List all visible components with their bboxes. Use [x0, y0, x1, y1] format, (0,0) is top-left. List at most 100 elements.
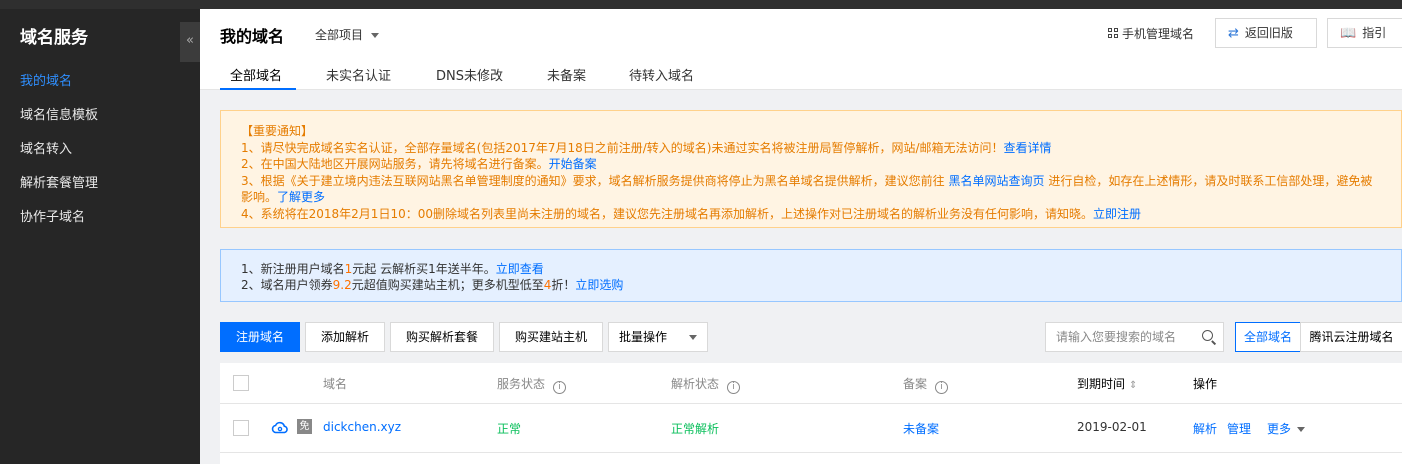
info-icon[interactable]: i: [553, 381, 567, 394]
col-resolve-status-label: 解析状态: [671, 377, 720, 391]
tab-all-domains[interactable]: 全部域名: [220, 65, 296, 90]
add-resolve-button[interactable]: 添加解析: [305, 322, 385, 352]
sidebar-item-package-manage[interactable]: 解析套餐管理: [20, 172, 98, 191]
free-badge: 免: [297, 419, 312, 434]
col-domain: 域名: [323, 377, 348, 391]
notice-blacklist-link[interactable]: 黑名单网站查询页: [948, 174, 1044, 188]
notice-heading: 【重要通知】: [241, 124, 314, 138]
table-header: 域名 服务状态 i 解析状态 i 备案 i 到期时间 ⇕ 操作: [220, 363, 1402, 404]
tab-pending-transfer[interactable]: 待转入域名: [629, 65, 694, 90]
book-icon: 📖: [1340, 26, 1357, 41]
notice-line-1-text: 1、请尽快完成域名实名认证，全部存量域名(包括2017年7月18日之前注册/转入…: [241, 140, 1004, 155]
col-expire-label: 到期时间: [1077, 377, 1126, 391]
qrcode-icon: [1108, 28, 1119, 39]
info-icon[interactable]: i: [727, 381, 741, 394]
back-old-version-label: 返回旧版: [1244, 26, 1293, 40]
notice-line-4-text: 4、系统将在2018年2月1日10：00删除域名列表里尚未注册的域名，建议您先注…: [241, 206, 1093, 221]
promo-line-2-text-c: 折！: [551, 278, 576, 292]
notice-line-3-text-c: 影响。: [241, 190, 278, 204]
service-status: 正常: [497, 422, 522, 436]
batch-ops-select[interactable]: 批量操作: [608, 322, 708, 352]
op-resolve-link[interactable]: 解析: [1193, 420, 1217, 437]
col-service-status-label: 服务状态: [497, 377, 546, 391]
back-old-version-button[interactable]: ⇄ 返回旧版: [1215, 18, 1317, 48]
promo-line-1: 1、新注册用户域名1元起 云解析买1年送半年。立即查看: [241, 261, 1401, 277]
resolve-status: 正常解析: [671, 422, 720, 436]
cloud-icon: [271, 421, 288, 434]
promo-price-2: 9.2: [332, 278, 352, 292]
chevron-down-icon: [1297, 427, 1306, 432]
sidebar-item-collab-subdomain[interactable]: 协作子域名: [20, 206, 85, 225]
top-bar: [0, 0, 1402, 9]
swap-icon: ⇄: [1228, 26, 1239, 41]
notice-line-3-text-a: 3、根据《关于建立境内违法互联网站黑名单管理制度的通知》要求，域名解析服务提供商…: [241, 173, 945, 188]
page-title: 我的域名: [220, 27, 285, 46]
promo-line-1-text-b: 元起 云解析买1年送半年。: [352, 262, 496, 276]
sidebar-item-domain-transfer[interactable]: 域名转入: [20, 138, 72, 157]
notice-line-2-text: 2、在中国大陆地区开展网站服务，请先将域名进行备案。: [241, 157, 549, 171]
sidebar-item-domain-templates[interactable]: 域名信息模板: [20, 104, 98, 123]
promo-line-1-text-a: 1、新注册用户域名: [241, 262, 345, 276]
notice-line-3-text-b: 进行自检，如存在上述情形，请及时联系工信部处理，避免被: [1048, 173, 1373, 188]
op-more-label: 更多: [1267, 422, 1292, 436]
sidebar: 域名服务 我的域名 域名信息模板 域名转入 解析套餐管理 协作子域名 «: [0, 9, 200, 464]
row-checkbox[interactable]: [233, 420, 249, 436]
domain-search: [1045, 322, 1224, 352]
sidebar-item-my-domains[interactable]: 我的域名: [20, 70, 72, 89]
guide-label: 指引: [1362, 26, 1387, 40]
icp-status-link[interactable]: 未备案: [903, 420, 939, 437]
mobile-manage-link[interactable]: 手机管理域名: [1108, 25, 1194, 42]
col-resolve-status: 解析状态 i: [671, 375, 741, 394]
promo-line-2-text-a: 2、域名用户领券: [241, 278, 333, 292]
promo-line-2-text-b: 元超值购买建站主机；更多机型低至: [351, 278, 544, 292]
promo-buy-link[interactable]: 立即选购: [575, 278, 623, 292]
project-select-label: 全部项目: [315, 28, 364, 42]
search-input[interactable]: [1046, 323, 1196, 351]
notice-line-4: 4、系统将在2018年2月1日10：00删除域名列表里尚未注册的域名，建议您先注…: [241, 206, 1401, 223]
promo-view-link[interactable]: 立即查看: [496, 262, 544, 276]
promo-line-2: 2、域名用户领券9.2元超值购买建站主机；更多机型低至4折！立即选购: [241, 277, 1401, 293]
col-expire[interactable]: 到期时间 ⇕: [1077, 375, 1137, 392]
sidebar-title: 域名服务: [20, 28, 88, 48]
notice-start-icp-link[interactable]: 开始备案: [549, 157, 597, 171]
table-row: 免 dickchen.xyz 正常 正常解析 未备案 2019-02-01 解析…: [220, 405, 1402, 453]
notice-detail-link[interactable]: 查看详情: [1004, 141, 1052, 155]
mobile-manage-label: 手机管理域名: [1122, 27, 1195, 41]
op-manage-link[interactable]: 管理: [1227, 420, 1251, 437]
important-notice: 【重要通知】 1、请尽快完成域名实名认证，全部存量域名(包括2017年7月18日…: [220, 110, 1402, 228]
col-service-status: 服务状态 i: [497, 375, 567, 394]
op-more-menu[interactable]: 更多: [1267, 420, 1306, 437]
notice-line-3-cont: 影响。了解更多: [241, 189, 1401, 206]
info-icon[interactable]: i: [935, 381, 949, 394]
filter-all-domains[interactable]: 全部域名: [1235, 322, 1301, 352]
promo-banner: 1、新注册用户域名1元起 云解析买1年送半年。立即查看 2、域名用户领券9.2元…: [220, 249, 1402, 302]
domain-name-link[interactable]: dickchen.xyz: [323, 420, 401, 434]
batch-ops-label: 批量操作: [619, 330, 668, 344]
expire-date: 2019-02-01: [1077, 420, 1147, 434]
tab-no-icp[interactable]: 未备案: [547, 65, 586, 90]
search-icon[interactable]: [1202, 330, 1213, 341]
buy-host-button[interactable]: 购买建站主机: [499, 322, 603, 352]
page-header: 我的域名 全部项目 手机管理域名 ⇄ 返回旧版 📖 指引 全部域名 未实名认证 DN…: [200, 9, 1402, 90]
notice-line-3: 3、根据《关于建立境内违法互联网站黑名单管理制度的通知》要求，域名解析服务提供商…: [241, 173, 1401, 190]
filter-tencent-domains[interactable]: 腾讯云注册域名: [1300, 322, 1402, 352]
buy-package-button[interactable]: 购买解析套餐: [390, 322, 494, 352]
chevron-down-icon: [371, 33, 380, 38]
col-icp: 备案 i: [903, 375, 949, 394]
notice-register-link[interactable]: 立即注册: [1093, 207, 1141, 221]
col-ops: 操作: [1193, 377, 1218, 391]
chevron-down-icon: [689, 335, 697, 340]
tab-dns-unmodified[interactable]: DNS未修改: [436, 65, 503, 90]
notice-line-2: 2、在中国大陆地区开展网站服务，请先将域名进行备案。开始备案: [241, 156, 1401, 173]
sort-icon[interactable]: ⇕: [1129, 380, 1137, 391]
select-all-checkbox[interactable]: [233, 375, 249, 391]
register-domain-button[interactable]: 注册域名: [220, 322, 300, 352]
notice-learn-more-link[interactable]: 了解更多: [277, 190, 325, 204]
project-select[interactable]: 全部项目: [315, 26, 380, 43]
domain-table: 域名 服务状态 i 解析状态 i 备案 i 到期时间 ⇕ 操作 免 dickchen.x…: [220, 363, 1402, 464]
notice-line-1: 1、请尽快完成域名实名认证，全部存量域名(包括2017年7月18日之前注册/转入…: [241, 140, 1401, 157]
guide-button[interactable]: 📖 指引: [1327, 18, 1402, 48]
tab-unverified[interactable]: 未实名认证: [326, 65, 391, 90]
sidebar-collapse-button[interactable]: «: [180, 22, 200, 62]
col-icp-label: 备案: [903, 377, 928, 391]
